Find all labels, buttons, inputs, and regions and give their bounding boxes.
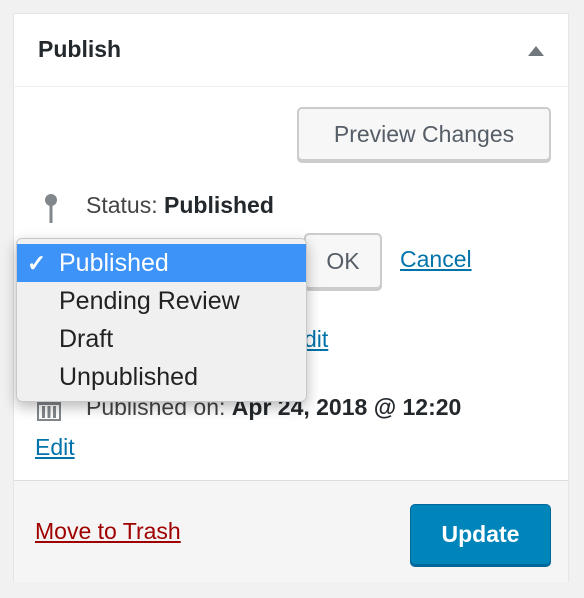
visibility-edit-link[interactable]: dit	[304, 326, 328, 353]
status-option-draft[interactable]: Draft	[17, 320, 306, 358]
panel-footer: Move to Trash Update	[14, 480, 568, 582]
update-button[interactable]: Update	[410, 504, 551, 565]
published-date-edit-link[interactable]: Edit	[35, 434, 75, 461]
status-option-unpublished[interactable]: Unpublished	[17, 358, 306, 396]
status-label: Status:	[86, 192, 158, 218]
collapse-toggle-icon[interactable]	[528, 46, 544, 56]
status-option-label: Unpublished	[59, 363, 198, 391]
status-row: Status: Published	[86, 192, 274, 219]
status-value: Published	[164, 192, 274, 218]
panel-header: Publish	[14, 14, 568, 87]
status-option-label: Draft	[59, 325, 114, 353]
status-option-published[interactable]: ✓ Published	[17, 244, 306, 282]
status-option-pending-review[interactable]: Pending Review	[17, 282, 306, 320]
preview-changes-button[interactable]: Preview Changes	[297, 107, 551, 161]
status-dropdown[interactable]: ✓ Published Pending Review Draft Unpubli…	[16, 238, 307, 402]
checkmark-icon: ✓	[27, 250, 47, 276]
status-ok-button[interactable]: OK	[304, 233, 382, 289]
status-option-label: Published	[59, 249, 169, 277]
status-option-label: Pending Review	[59, 287, 240, 315]
move-to-trash-link[interactable]: Move to Trash	[35, 518, 181, 545]
pin-icon	[45, 194, 57, 223]
panel-title: Publish	[38, 36, 122, 62]
status-cancel-link[interactable]: Cancel	[400, 246, 472, 273]
